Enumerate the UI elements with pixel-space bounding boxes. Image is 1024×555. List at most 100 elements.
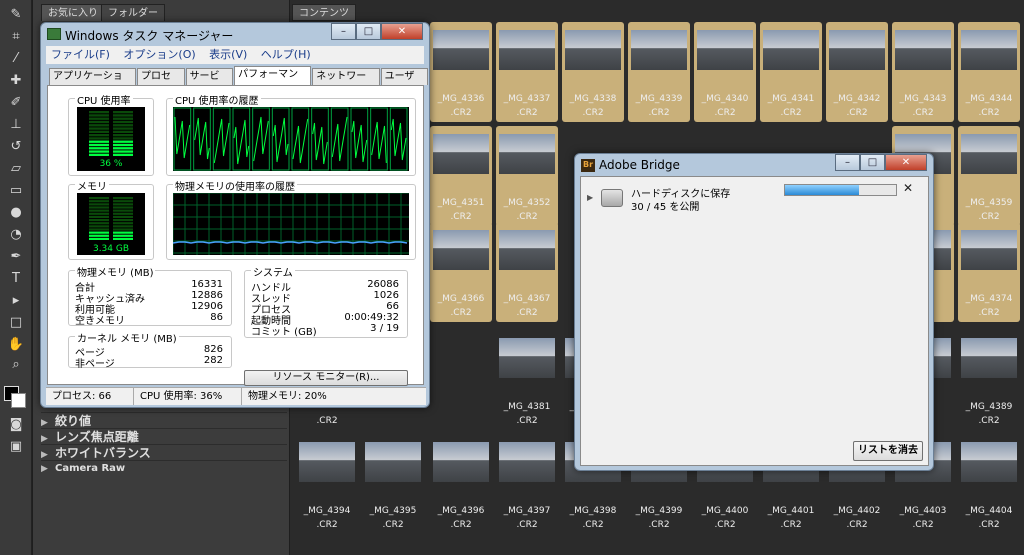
thumbnail[interactable]: _MG_4343 .CR2 xyxy=(892,22,954,122)
filter-camera-raw[interactable]: ▶ Camera Raw xyxy=(41,460,287,476)
thumbnail-extension: .CR2 xyxy=(780,520,802,530)
thumbnail-filename: _MG_4339 xyxy=(635,94,683,104)
menu-file[interactable]: ファイル(F) xyxy=(46,46,115,64)
stamp-tool-icon[interactable]: ⊥ xyxy=(6,116,26,134)
thumbnail-extension: .CR2 xyxy=(978,308,1000,318)
stat-label: 非ページ xyxy=(75,359,115,370)
tab-folders[interactable]: フォルダー xyxy=(101,4,165,21)
tab-services[interactable]: サービス xyxy=(185,68,234,98)
thumbnail-extension: .CR2 xyxy=(846,108,868,118)
thumbnail[interactable]: _MG_4336 .CR2 xyxy=(430,22,492,122)
meter-segment xyxy=(113,237,133,240)
thumbnail[interactable]: _MG_4352 .CR2 xyxy=(496,126,558,226)
thumbnail-image xyxy=(433,30,489,70)
thumbnail[interactable]: _MG_4341 .CR2 xyxy=(760,22,822,122)
thumbnail[interactable]: _MG_4397 .CR2 xyxy=(496,434,558,534)
meter-segment xyxy=(113,153,133,156)
thumbnail-image xyxy=(433,442,489,482)
thumbnail-extension: .CR2 xyxy=(912,108,934,118)
thumbnail-image xyxy=(299,442,355,482)
clear-list-button[interactable]: リストを消去 xyxy=(853,441,923,461)
hand-tool-icon[interactable]: ✋ xyxy=(6,336,26,354)
blur-tool-icon[interactable]: ● xyxy=(6,204,26,222)
background-color-swatch[interactable] xyxy=(11,393,26,408)
thumbnail[interactable]: _MG_4340 .CR2 xyxy=(694,22,756,122)
core-graph xyxy=(389,107,408,171)
quick-mask-icon[interactable]: ◙ xyxy=(6,416,26,434)
maximize-button[interactable]: □ xyxy=(356,23,381,40)
thumbnail[interactable]: _MG_4374 .CR2 xyxy=(958,222,1020,322)
zoom-tool-icon[interactable]: ⌕ xyxy=(6,356,26,374)
resource-monitor-button[interactable]: リソース モニター(R)... xyxy=(244,370,408,386)
gradient-tool-icon[interactable]: ▭ xyxy=(6,182,26,200)
close-button[interactable]: ✕ xyxy=(885,154,927,171)
thumbnail-filename: _MG_4359 xyxy=(965,198,1013,208)
brush-tool-icon[interactable]: ✎ xyxy=(6,6,26,24)
thumbnail[interactable]: _MG_4339 .CR2 xyxy=(628,22,690,122)
thumbnail[interactable]: _MG_4389 .CR2 xyxy=(958,330,1020,430)
thumbnail-filename: _MG_4395 xyxy=(369,506,417,516)
tab-applications[interactable]: アプリケーション xyxy=(49,68,136,98)
filter-aperture[interactable]: ▶ 絞り値 xyxy=(41,412,287,428)
thumbnail[interactable]: _MG_4394 .CR2 xyxy=(296,434,358,534)
thumbnail[interactable]: _MG_4404 .CR2 xyxy=(958,434,1020,534)
tab-performance[interactable]: パフォーマンス xyxy=(234,66,312,96)
minimize-button[interactable]: – xyxy=(835,154,860,171)
pen-tool-icon[interactable]: ✒ xyxy=(6,248,26,266)
thumbnail[interactable]: _MG_4344 .CR2 xyxy=(958,22,1020,122)
meter-segment xyxy=(113,140,133,143)
thumbnail[interactable]: _MG_4351 .CR2 xyxy=(430,126,492,226)
thumbnail[interactable]: _MG_4359 .CR2 xyxy=(958,126,1020,226)
menu-view[interactable]: 表示(V) xyxy=(204,46,252,64)
menu-help[interactable]: ヘルプ(H) xyxy=(256,46,316,64)
meter-segment xyxy=(89,150,109,153)
maximize-button[interactable]: □ xyxy=(860,154,885,171)
type-tool-icon[interactable]: T xyxy=(6,270,26,288)
thumbnail-extension: .CR2 xyxy=(516,212,538,222)
healing-tool-icon[interactable]: ✚ xyxy=(6,72,26,90)
close-button[interactable]: ✕ xyxy=(381,23,423,40)
menu-options[interactable]: オプション(O) xyxy=(118,46,200,64)
minimize-button[interactable]: – xyxy=(331,23,356,40)
tab-networking[interactable]: ネットワーク xyxy=(312,68,380,98)
thumbnail[interactable]: _MG_4367 .CR2 xyxy=(496,222,558,322)
paint-brush-icon[interactable]: ✐ xyxy=(6,94,26,112)
thumbnail-extension: .CR2 xyxy=(516,108,538,118)
path-select-icon[interactable]: ▸ xyxy=(6,292,26,310)
tab-content[interactable]: コンテンツ xyxy=(292,4,356,21)
thumbnail[interactable]: _MG_4337 .CR2 xyxy=(496,22,558,122)
shape-tool-icon[interactable]: □ xyxy=(6,314,26,332)
dodge-tool-icon[interactable]: ◔ xyxy=(6,226,26,244)
tab-processes[interactable]: プロセス xyxy=(136,68,185,98)
thumbnail-filename: _MG_4396 xyxy=(437,506,485,516)
expand-triangle-icon[interactable]: ▶ xyxy=(587,193,593,202)
thumbnail[interactable]: _MG_4366 .CR2 xyxy=(430,222,492,322)
thumbnail[interactable]: _MG_4381 .CR2 xyxy=(496,330,558,430)
meter-segment xyxy=(89,140,109,143)
meter-segment xyxy=(113,206,133,209)
thumbnail-filename: _MG_4404 xyxy=(965,506,1013,516)
history-brush-icon[interactable]: ↺ xyxy=(6,138,26,156)
meter-segment xyxy=(113,197,133,200)
meter-segment xyxy=(89,200,109,203)
thumbnail-filename: _MG_4399 xyxy=(635,506,683,516)
task-manager-titlebar[interactable]: Windows タスク マネージャー – □ ✕ xyxy=(41,23,429,45)
thumbnail[interactable]: _MG_4342 .CR2 xyxy=(826,22,888,122)
filter-focal-length[interactable]: ▶ レンズ焦点距離 xyxy=(41,428,287,444)
crop-tool-icon[interactable]: ⌗ xyxy=(6,28,26,46)
tab-favorites[interactable]: お気に入り xyxy=(41,4,105,21)
system-group: システム ハンドル 26086 スレッド 1026 プロセス 66 起動時間 0:00:49:… xyxy=(244,264,408,338)
thumbnail[interactable]: _MG_4338 .CR2 xyxy=(562,22,624,122)
eraser-tool-icon[interactable]: ▱ xyxy=(6,160,26,178)
filter-white-balance[interactable]: ▶ ホワイトバランス xyxy=(41,444,287,460)
memory-group: メモリ 3.34 GB xyxy=(68,178,154,260)
cancel-task-icon[interactable]: ✕ xyxy=(903,181,913,195)
eyedropper-tool-icon[interactable]: ⁄ xyxy=(6,50,26,68)
thumbnail-image xyxy=(697,30,753,70)
thumbnail[interactable]: _MG_4396 .CR2 xyxy=(430,434,492,534)
thumbnail[interactable]: _MG_4395 .CR2 xyxy=(362,434,424,534)
bridge-progress-dialog: Br Adobe Bridge – □ ✕ ▶ ハードディスクに保存 30 / … xyxy=(574,153,934,471)
screen-mode-icon[interactable]: ▣ xyxy=(6,438,26,456)
tab-users[interactable]: ユーザー xyxy=(380,68,428,98)
thumbnail-image xyxy=(499,442,555,482)
